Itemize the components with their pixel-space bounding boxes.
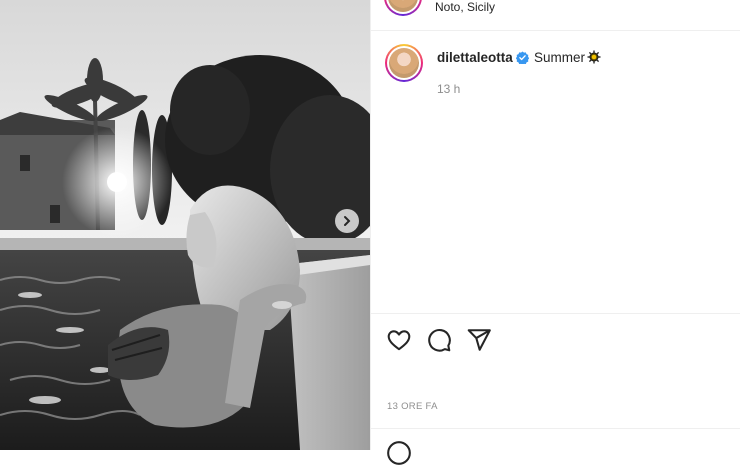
sun-emoji-icon — [587, 50, 601, 64]
caption-timestamp: 13 h — [437, 82, 461, 96]
post-sidebar — [370, 0, 740, 450]
comment-divider — [371, 428, 740, 429]
caption-username[interactable]: dilettaleotta — [437, 50, 513, 65]
caption-avatar[interactable] — [385, 44, 423, 82]
chevron-right-icon — [344, 216, 351, 226]
next-photo-button[interactable] — [335, 209, 359, 233]
avatar-image — [389, 48, 419, 78]
actions-divider — [371, 313, 740, 314]
emoji-icon[interactable] — [386, 440, 412, 466]
share-button[interactable] — [466, 327, 492, 353]
caption-text: Summer — [534, 50, 586, 65]
post-photo[interactable] — [0, 0, 370, 450]
comment-button[interactable] — [426, 327, 452, 353]
post-location[interactable]: Noto, Sicily — [435, 0, 495, 14]
comment-icon — [428, 329, 451, 352]
like-button[interactable] — [386, 327, 412, 353]
heart-icon — [387, 330, 411, 351]
avatar-image — [388, 0, 418, 12]
header-divider — [371, 30, 740, 31]
verified-badge-icon — [516, 51, 529, 64]
photo-image — [0, 0, 370, 450]
post-date: 13 ORE FA — [387, 401, 438, 412]
share-icon — [467, 329, 491, 351]
